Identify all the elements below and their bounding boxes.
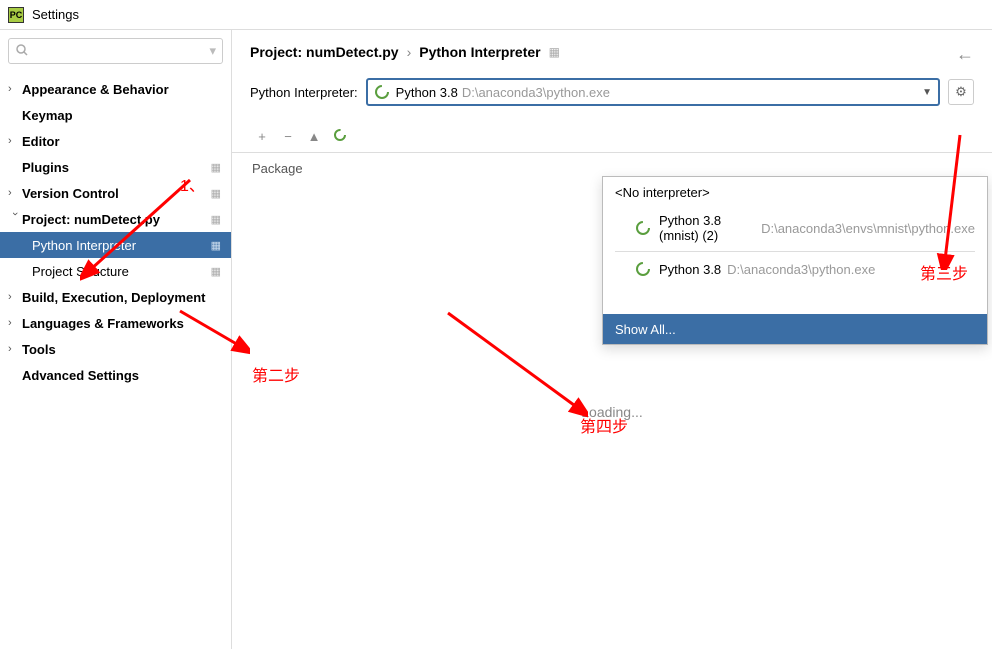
main-panel: Project: numDetect.py › Python Interpret… bbox=[232, 30, 992, 649]
search-wrap: ▾ bbox=[0, 30, 231, 72]
package-toolbar: + − ▲ bbox=[232, 118, 992, 148]
remove-package-button[interactable]: − bbox=[276, 124, 300, 148]
sidebar-item-vcs[interactable]: ›Version Control▦ bbox=[0, 180, 231, 206]
gear-icon: ⚙ bbox=[955, 84, 967, 100]
sidebar: ▾ ›Appearance & Behavior Keymap ›Editor … bbox=[0, 30, 232, 649]
interpreter-name: Python 3.8 bbox=[396, 85, 458, 100]
sidebar-item-tools[interactable]: ›Tools bbox=[0, 336, 231, 362]
refresh-icon bbox=[333, 128, 347, 145]
interpreter-dropdown[interactable]: Python 3.8 D:\anaconda3\python.exe ▼ bbox=[366, 78, 940, 106]
window-title: Settings bbox=[32, 7, 79, 22]
breadcrumb-separator: › bbox=[407, 44, 412, 60]
chevron-down-icon: › bbox=[9, 212, 21, 226]
dropdown-option-mnist[interactable]: Python 3.8 (mnist) (2) D:\anaconda3\envs… bbox=[603, 207, 987, 249]
upgrade-package-button[interactable]: ▲ bbox=[302, 124, 326, 148]
chevron-right-icon: › bbox=[8, 187, 22, 199]
project-marker-icon: ▦ bbox=[211, 239, 221, 252]
interpreter-path: D:\anaconda3\python.exe bbox=[462, 85, 610, 100]
sidebar-item-editor[interactable]: ›Editor bbox=[0, 128, 231, 154]
project-marker-icon: ▦ bbox=[211, 187, 221, 200]
project-marker-icon: ▦ bbox=[211, 161, 221, 174]
app-icon: PC bbox=[8, 7, 24, 23]
dropdown-no-interpreter[interactable]: <No interpreter> bbox=[603, 177, 987, 207]
chevron-right-icon: › bbox=[8, 343, 22, 355]
search-input[interactable]: ▾ bbox=[8, 38, 223, 64]
search-icon bbox=[15, 43, 29, 60]
loading-text: Loading... bbox=[232, 404, 992, 420]
sidebar-item-build[interactable]: ›Build, Execution, Deployment bbox=[0, 284, 231, 310]
sidebar-item-advanced[interactable]: Advanced Settings bbox=[0, 362, 231, 388]
breadcrumb: Project: numDetect.py › Python Interpret… bbox=[232, 30, 992, 72]
sidebar-item-project-structure[interactable]: Project Structure▦ bbox=[0, 258, 231, 284]
settings-tree: ›Appearance & Behavior Keymap ›Editor Pl… bbox=[0, 72, 231, 649]
chevron-right-icon: › bbox=[8, 83, 22, 95]
interpreter-settings-button[interactable]: ⚙ bbox=[948, 79, 974, 105]
chevron-right-icon: › bbox=[8, 135, 22, 147]
interpreter-row: Python Interpreter: Python 3.8 D:\anacon… bbox=[232, 72, 992, 112]
breadcrumb-interpreter: Python Interpreter bbox=[419, 44, 540, 60]
sidebar-item-project[interactable]: ›Project: numDetect.py▦ bbox=[0, 206, 231, 232]
python-icon bbox=[635, 220, 651, 236]
titlebar: PC Settings bbox=[0, 0, 992, 30]
project-marker-icon: ▦ bbox=[211, 265, 221, 278]
dropdown-divider bbox=[615, 251, 975, 252]
chevron-right-icon: › bbox=[8, 291, 22, 303]
chevron-right-icon: › bbox=[8, 317, 22, 329]
sidebar-item-keymap[interactable]: Keymap bbox=[0, 102, 231, 128]
python-icon bbox=[374, 84, 390, 100]
dropdown-caret-icon: ▼ bbox=[922, 87, 932, 98]
interpreter-label: Python Interpreter: bbox=[250, 85, 358, 100]
breadcrumb-project[interactable]: Project: numDetect.py bbox=[250, 44, 399, 60]
interpreter-dropdown-menu: <No interpreter> Python 3.8 (mnist) (2) … bbox=[602, 176, 988, 345]
dropdown-option-base[interactable]: Python 3.8 D:\anaconda3\python.exe bbox=[603, 254, 987, 284]
project-marker-icon: ▦ bbox=[549, 45, 560, 59]
sidebar-item-languages[interactable]: ›Languages & Frameworks bbox=[0, 310, 231, 336]
back-button[interactable]: ← bbox=[956, 44, 974, 65]
python-icon bbox=[635, 261, 651, 277]
add-package-button[interactable]: + bbox=[250, 124, 274, 148]
sidebar-item-plugins[interactable]: Plugins▦ bbox=[0, 154, 231, 180]
sidebar-item-appearance[interactable]: ›Appearance & Behavior bbox=[0, 76, 231, 102]
dropdown-show-all[interactable]: Show All... bbox=[603, 314, 987, 344]
container: ▾ ›Appearance & Behavior Keymap ›Editor … bbox=[0, 30, 992, 649]
sidebar-item-python-interpreter[interactable]: Python Interpreter▦ bbox=[0, 232, 231, 258]
refresh-button[interactable] bbox=[328, 124, 352, 148]
project-marker-icon: ▦ bbox=[211, 213, 221, 226]
